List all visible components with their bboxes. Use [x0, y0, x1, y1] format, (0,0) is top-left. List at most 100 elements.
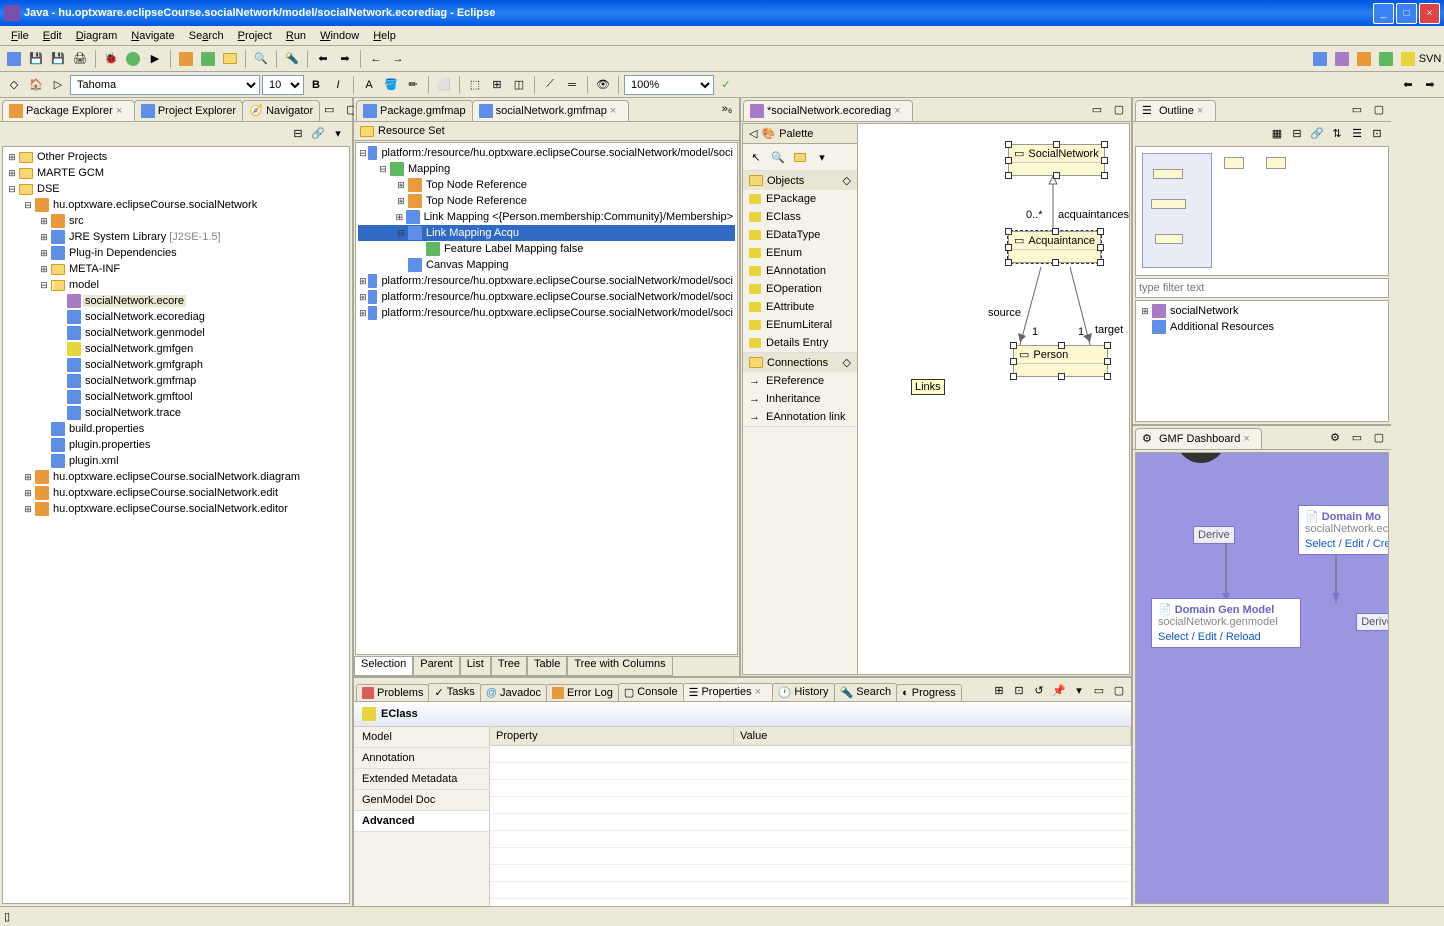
- go-into-button[interactable]: ▷: [48, 75, 68, 95]
- annotation-next-button[interactable]: ➡: [335, 49, 355, 69]
- dash-max-button[interactable]: ▢: [1369, 427, 1389, 447]
- perspective-gmf-button[interactable]: [1332, 49, 1352, 69]
- tab-properties[interactable]: ☰Properties×: [683, 683, 773, 701]
- tree-node[interactable]: plugin.xml: [5, 453, 347, 469]
- tree-node[interactable]: ⊞src: [5, 213, 347, 229]
- maximize-editor-button[interactable]: ▢: [1109, 99, 1129, 119]
- link-editor-button[interactable]: 🔗: [308, 123, 328, 143]
- debug-button[interactable]: 🐞: [101, 49, 121, 69]
- tab-tree[interactable]: Tree: [491, 657, 527, 676]
- view-menu-button[interactable]: ▾: [328, 123, 348, 143]
- fill-color-button[interactable]: 🪣: [381, 75, 401, 95]
- props-min-button[interactable]: ▭: [1089, 681, 1109, 701]
- props-filter-button[interactable]: ⊡: [1009, 681, 1029, 701]
- autosize-button[interactable]: ⬜: [434, 75, 454, 95]
- diagram-node-socialnetwork[interactable]: ▭SocialNetwork: [1008, 144, 1105, 176]
- expand-icon[interactable]: [53, 294, 67, 308]
- expand-icon[interactable]: [53, 310, 67, 324]
- nav-left-button[interactable]: ⬅: [1398, 75, 1418, 95]
- minimize-button[interactable]: _: [1373, 3, 1394, 24]
- label-target[interactable]: target: [1095, 324, 1123, 336]
- expand-icon[interactable]: [37, 438, 51, 452]
- pointer-tool[interactable]: ↖: [746, 147, 766, 167]
- line-style-button[interactable]: ═: [562, 75, 582, 95]
- dash-domain-gen-model[interactable]: 📄Domain Gen Model socialNetwork.genmodel…: [1151, 598, 1301, 648]
- props-side-genmodel[interactable]: GenModel Doc: [354, 790, 489, 811]
- props-side-extended[interactable]: Extended Metadata: [354, 769, 489, 790]
- palette-item-eenumliteral[interactable]: EEnumLiteral: [743, 316, 857, 334]
- save-all-button[interactable]: 💾: [48, 49, 68, 69]
- expand-icon[interactable]: ⊞: [358, 290, 368, 304]
- expand-icon[interactable]: ⊞: [37, 214, 51, 228]
- close-icon[interactable]: ×: [894, 105, 906, 117]
- outline-overview-button[interactable]: ▦: [1267, 123, 1287, 143]
- dash-derive-2[interactable]: Derive: [1356, 613, 1389, 631]
- dash-gear-button[interactable]: ⚙: [1325, 427, 1345, 447]
- props-side-model[interactable]: Model: [354, 727, 489, 748]
- palette-item-eannotation-link[interactable]: →EAnnotation link: [743, 408, 857, 426]
- tab-table[interactable]: Table: [527, 657, 567, 676]
- expand-icon[interactable]: ⊞: [358, 274, 368, 288]
- tab-package-gmfmap[interactable]: Package.gmfmap: [356, 100, 473, 121]
- expand-icon[interactable]: ⊟: [37, 278, 51, 292]
- tree-node[interactable]: build.properties: [5, 421, 347, 437]
- bold-button[interactable]: B: [306, 75, 326, 95]
- tree-node[interactable]: plugin.properties: [5, 437, 347, 453]
- palette-header[interactable]: ◁ 🎨 Palette: [743, 124, 857, 144]
- props-side-annotation[interactable]: Annotation: [354, 748, 489, 769]
- tab-navigator[interactable]: 🧭 Navigator: [242, 100, 320, 121]
- palette-item-edatatype[interactable]: EDataType: [743, 226, 857, 244]
- outline-min-button[interactable]: ▭: [1347, 99, 1367, 119]
- label-mult[interactable]: 0..*: [1026, 209, 1043, 221]
- palette-item-ereference[interactable]: →EReference: [743, 372, 857, 390]
- expand-icon[interactable]: ⊞: [37, 262, 51, 276]
- outline-filter-input[interactable]: [1136, 279, 1388, 297]
- dashboard-body[interactable]: 📄Domain Mo socialNetwork.eco Select / Ed…: [1135, 452, 1389, 904]
- tree-node[interactable]: ⊟Mapping: [358, 161, 735, 177]
- label-src-mult[interactable]: 1: [1032, 326, 1038, 338]
- tree-node[interactable]: socialNetwork.gmfgen: [5, 341, 347, 357]
- zoom-tool[interactable]: 🔍: [768, 147, 788, 167]
- tree-node[interactable]: ⊟hu.optxware.eclipseCourse.socialNetwork: [5, 197, 347, 213]
- outline-thumbnail[interactable]: [1135, 146, 1389, 276]
- label-source[interactable]: source: [988, 307, 1021, 319]
- tree-node[interactable]: ⊞Other Projects: [5, 149, 347, 165]
- menu-file[interactable]: File: [4, 28, 36, 44]
- expand-icon[interactable]: ⊟: [394, 226, 408, 240]
- diagram-node-person[interactable]: ▭Person: [1013, 345, 1108, 377]
- close-icon[interactable]: ×: [755, 686, 767, 698]
- tree-node[interactable]: ⊟platform:/resource/hu.optxware.eclipseC…: [358, 145, 735, 161]
- palette-item-eclass[interactable]: EClass: [743, 208, 857, 226]
- props-th-value[interactable]: Value: [734, 727, 1131, 745]
- label-tgt-mult[interactable]: 1: [1078, 326, 1084, 338]
- arrange-button[interactable]: ⊞: [487, 75, 507, 95]
- tab-problems[interactable]: Problems: [356, 684, 429, 701]
- tab-outline[interactable]: ☰ Outline ×: [1135, 100, 1216, 121]
- menu-run[interactable]: Run: [279, 28, 313, 44]
- palette-item-details entry[interactable]: Details Entry: [743, 334, 857, 352]
- palette-item-eoperation[interactable]: EOperation: [743, 280, 857, 298]
- expand-icon[interactable]: ⊟: [376, 162, 390, 176]
- zoom-select[interactable]: 100%: [624, 75, 714, 95]
- props-pin-button[interactable]: 📌: [1049, 681, 1069, 701]
- run-ext-button[interactable]: ▶: [145, 49, 165, 69]
- expand-icon[interactable]: ⊟: [358, 146, 368, 160]
- close-icon[interactable]: ×: [1197, 105, 1209, 117]
- italic-button[interactable]: I: [328, 75, 348, 95]
- expand-icon[interactable]: ⊞: [394, 178, 408, 192]
- show-list-button[interactable]: »₆: [717, 99, 737, 119]
- new-package-button[interactable]: [176, 49, 196, 69]
- menu-search[interactable]: Search: [182, 28, 231, 44]
- run-button[interactable]: [123, 49, 143, 69]
- expand-icon[interactable]: [53, 374, 67, 388]
- expand-icon[interactable]: ⊟: [21, 198, 35, 212]
- label-acquaintances[interactable]: acquaintances: [1058, 209, 1129, 221]
- package-explorer-body[interactable]: ⊞Other Projects⊞MARTE GCM⊟DSE⊟hu.optxwar…: [2, 146, 350, 904]
- expand-icon[interactable]: [53, 326, 67, 340]
- tree-node[interactable]: ⊞Top Node Reference: [358, 193, 735, 209]
- expand-icon[interactable]: [37, 454, 51, 468]
- tree-node[interactable]: socialNetwork.ecorediag: [5, 309, 347, 325]
- expand-icon[interactable]: ⊞: [37, 230, 51, 244]
- expand-icon[interactable]: ⊞: [394, 194, 408, 208]
- tree-node[interactable]: socialNetwork.ecore: [5, 293, 347, 309]
